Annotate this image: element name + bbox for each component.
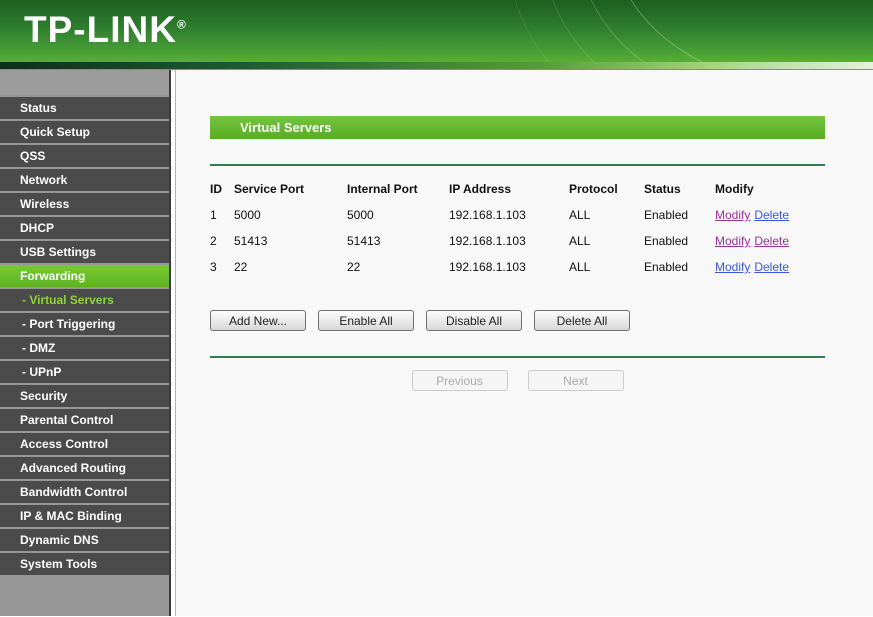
header-swirl-decoration: [543, 0, 873, 62]
sidebar-item-advanced-routing[interactable]: Advanced Routing: [0, 457, 169, 479]
page-body: Status Quick Setup QSS Network Wireless DHCP U…: [0, 70, 873, 616]
sidebar-item-forwarding[interactable]: Forwarding: [0, 265, 169, 287]
add-new-button[interactable]: Add New...: [210, 310, 306, 331]
modify-link[interactable]: Modify: [715, 260, 750, 274]
cell-modify: Modify Delete: [715, 208, 825, 222]
header-swirl-decoration: [508, 0, 873, 62]
cell-service-port: 51413: [234, 234, 268, 248]
cell-id: 3: [210, 260, 217, 274]
cell-status: Enabled: [644, 208, 689, 222]
sidebar-item-upnp[interactable]: - UPnP: [0, 361, 169, 383]
column-header: ID: [210, 182, 222, 196]
cell-modify: Modify Delete: [715, 234, 825, 248]
enable-all-button[interactable]: Enable All: [318, 310, 414, 331]
header-divider-band: [0, 62, 873, 70]
sidebar-item-ip-mac-binding[interactable]: IP & MAC Binding: [0, 505, 169, 527]
sidebar-item-security[interactable]: Security: [0, 385, 169, 407]
column-header: Internal Port: [347, 182, 418, 196]
table-row: 2 51413 51413 192.168.1.103 ALL Enabled Modify…: [210, 228, 825, 254]
sidebar-item-port-triggering[interactable]: - Port Triggering: [0, 313, 169, 335]
cell-service-port: 22: [234, 260, 248, 274]
column-header: Status: [644, 182, 681, 196]
sidebar-item-status[interactable]: Status: [0, 97, 169, 119]
header-swirl-decoration: [578, 0, 873, 62]
sidebar-item-parental-control[interactable]: Parental Control: [0, 409, 169, 431]
cell-protocol: ALL: [569, 208, 591, 222]
sidebar-top-spacer: [0, 70, 169, 95]
column-header: Protocol: [569, 182, 618, 196]
table-row: 3 22 22 192.168.1.103 ALL Enabled Modify Delete: [210, 254, 825, 280]
sidebar-item-qss[interactable]: QSS: [0, 145, 169, 167]
cell-id: 2: [210, 234, 217, 248]
sidebar-item-virtual-servers[interactable]: - Virtual Servers: [0, 289, 169, 311]
sidebar-item-dynamic-dns[interactable]: Dynamic DNS: [0, 529, 169, 551]
sidebar-item-system-tools[interactable]: System Tools: [0, 553, 169, 575]
delete-link[interactable]: Delete: [754, 260, 789, 274]
column-header: Modify: [715, 182, 754, 196]
app-header: TP-LINK®: [0, 0, 873, 62]
sidebar-item-bandwidth-control[interactable]: Bandwidth Control: [0, 481, 169, 503]
cell-internal-port: 51413: [347, 234, 381, 248]
cell-status: Enabled: [644, 260, 689, 274]
sidebar-item-quick-setup[interactable]: Quick Setup: [0, 121, 169, 143]
title-separator: [210, 164, 825, 166]
bottom-separator: [210, 356, 825, 358]
page-title: Virtual Servers: [210, 116, 825, 139]
cell-internal-port: 5000: [347, 208, 374, 222]
modify-link[interactable]: Modify: [715, 208, 750, 222]
sidebar-item-usb-settings[interactable]: USB Settings: [0, 241, 169, 263]
virtual-servers-table: ID Service Port Internal Port IP Address Pro…: [210, 176, 825, 280]
cell-id: 1: [210, 208, 217, 222]
table-header-row: ID Service Port Internal Port IP Address Pro…: [210, 176, 825, 202]
sidebar-item-access-control[interactable]: Access Control: [0, 433, 169, 455]
table-row: 1 5000 5000 192.168.1.103 ALL Enabled Modify De…: [210, 202, 825, 228]
cell-protocol: ALL: [569, 260, 591, 274]
registered-trademark: ®: [176, 17, 187, 32]
cell-modify: Modify Delete: [715, 260, 825, 274]
cell-ip-address: 192.168.1.103: [449, 208, 526, 222]
column-header: Service Port: [234, 182, 305, 196]
cell-ip-address: 192.168.1.103: [449, 260, 526, 274]
column-header: IP Address: [449, 182, 512, 196]
main-content: Virtual Servers ID Service Port Internal P…: [175, 70, 873, 616]
sidebar-nav: Status Quick Setup QSS Network Wireless DHCP U…: [0, 70, 171, 616]
delete-all-button[interactable]: Delete All: [534, 310, 630, 331]
next-button[interactable]: Next: [527, 370, 624, 391]
modify-link[interactable]: Modify: [715, 234, 750, 248]
cell-internal-port: 22: [347, 260, 361, 274]
pagination: Previous Next: [210, 370, 825, 391]
delete-link[interactable]: Delete: [754, 234, 789, 248]
tplink-logo: TP-LINK®: [24, 9, 187, 50]
delete-link[interactable]: Delete: [754, 208, 789, 222]
sidebar-item-dmz[interactable]: - DMZ: [0, 337, 169, 359]
sidebar-item-dhcp[interactable]: DHCP: [0, 217, 169, 239]
action-button-row: Add New... Enable All Disable All Delete Al…: [210, 310, 873, 331]
sidebar-item-network[interactable]: Network: [0, 169, 169, 191]
cell-ip-address: 192.168.1.103: [449, 234, 526, 248]
cell-status: Enabled: [644, 234, 689, 248]
cell-service-port: 5000: [234, 208, 261, 222]
sidebar-menu: Status Quick Setup QSS Network Wireless DHCP U…: [0, 97, 169, 616]
header-swirl-decoration: [613, 0, 873, 62]
previous-button[interactable]: Previous: [411, 370, 508, 391]
cell-protocol: ALL: [569, 234, 591, 248]
sidebar-item-wireless[interactable]: Wireless: [0, 193, 169, 215]
disable-all-button[interactable]: Disable All: [426, 310, 522, 331]
